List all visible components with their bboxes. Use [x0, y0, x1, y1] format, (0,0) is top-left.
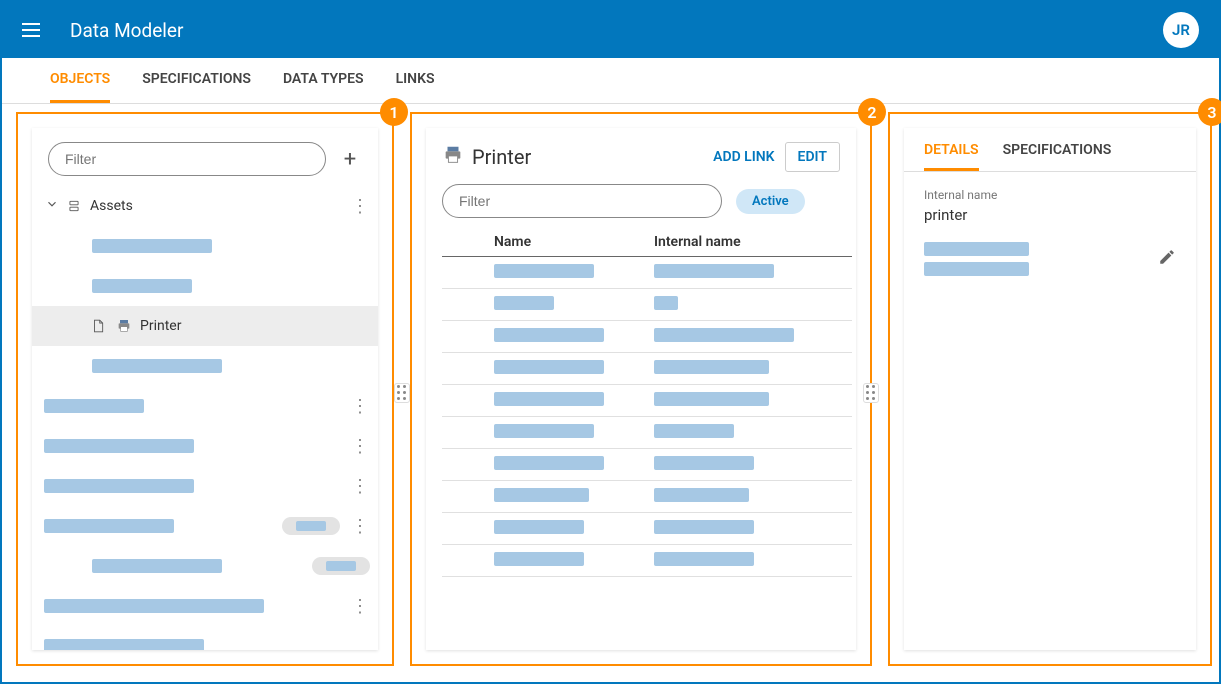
resize-handle[interactable] [394, 383, 410, 403]
table-row[interactable] [442, 289, 852, 321]
table-row[interactable] [442, 417, 852, 449]
specifications-tab[interactable]: SPECIFICATIONS [1003, 142, 1112, 171]
tree-item-placeholder[interactable] [44, 479, 194, 493]
table-row[interactable] [442, 545, 852, 577]
tree-item-placeholder[interactable] [44, 399, 144, 413]
properties-filter-input[interactable] [442, 184, 722, 218]
pencil-icon[interactable] [1158, 248, 1176, 270]
tree-item-printer[interactable]: Printer [140, 318, 370, 334]
tab-specifications[interactable]: SPECIFICATIONS [142, 58, 251, 103]
more-icon[interactable]: ⋮ [350, 396, 370, 417]
resize-handle[interactable] [863, 383, 879, 403]
app-title: Data Modeler [70, 19, 183, 42]
chip-placeholder[interactable] [282, 517, 340, 535]
add-object-button[interactable]: + [338, 147, 362, 172]
table-row[interactable] [442, 385, 852, 417]
objects-filter-input[interactable] [48, 142, 326, 176]
tree-item-placeholder[interactable] [44, 439, 194, 453]
table-row[interactable] [442, 321, 852, 353]
file-icon [88, 319, 108, 333]
column-header-internal-name[interactable]: Internal name [654, 234, 852, 250]
tree-item-placeholder[interactable] [92, 359, 222, 373]
tree-item-placeholder[interactable] [92, 239, 212, 253]
tree-item-placeholder[interactable] [92, 559, 222, 573]
more-icon[interactable]: ⋮ [350, 196, 370, 217]
menu-icon[interactable] [22, 18, 46, 42]
tab-objects[interactable]: OBJECTS [50, 58, 110, 103]
user-avatar[interactable]: JR [1163, 12, 1199, 48]
table-row[interactable] [442, 513, 852, 545]
more-icon[interactable]: ⋮ [350, 516, 370, 537]
add-link-button[interactable]: ADD LINK [713, 149, 774, 165]
printer-icon [114, 318, 134, 334]
tree-item-placeholder[interactable] [44, 519, 174, 533]
stack-icon [64, 199, 84, 213]
tree-item-placeholder[interactable] [44, 599, 264, 613]
panel2-title: Printer [472, 145, 531, 169]
details-tab[interactable]: DETAILS [924, 142, 979, 171]
tab-data-types[interactable]: DATA TYPES [283, 58, 364, 103]
table-row[interactable] [442, 449, 852, 481]
table-row[interactable] [442, 353, 852, 385]
panel-badge-2: 2 [858, 98, 886, 126]
main-tabs: OBJECTS SPECIFICATIONS DATA TYPES LINKS [2, 58, 1219, 104]
printer-icon [442, 144, 464, 171]
panel-badge-1: 1 [380, 98, 408, 126]
chip-placeholder[interactable] [312, 557, 370, 575]
objects-tree[interactable]: Assets ⋮ Printer ⋮ [32, 186, 378, 650]
column-header-name[interactable]: Name [494, 234, 654, 250]
more-icon[interactable]: ⋮ [350, 476, 370, 497]
more-icon[interactable]: ⋮ [350, 596, 370, 617]
active-chip[interactable]: Active [736, 189, 805, 214]
tree-item-placeholder[interactable] [92, 279, 192, 293]
tab-links[interactable]: LINKS [396, 58, 435, 103]
chevron-down-icon[interactable] [40, 197, 64, 215]
panel-badge-3: 3 [1198, 98, 1221, 126]
tree-item-placeholder[interactable] [44, 639, 204, 650]
internal-name-value: printer [924, 206, 1176, 224]
table-row[interactable] [442, 257, 852, 289]
internal-name-label: Internal name [924, 188, 1176, 202]
table-row[interactable] [442, 481, 852, 513]
detail-placeholder [924, 262, 1029, 276]
detail-placeholder [924, 242, 1029, 256]
more-icon[interactable]: ⋮ [350, 436, 370, 457]
tree-root-label[interactable]: Assets [90, 198, 350, 214]
edit-button[interactable]: EDIT [785, 142, 840, 172]
